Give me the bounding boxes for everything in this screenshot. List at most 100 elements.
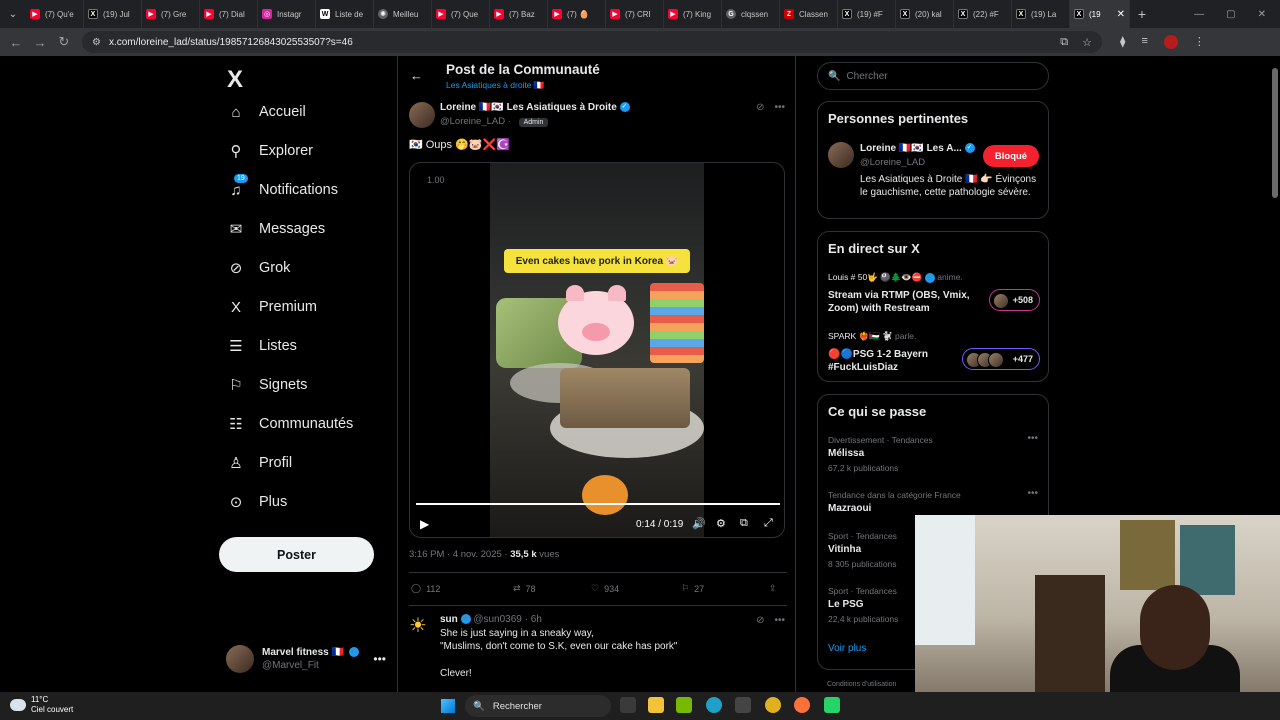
nav-item-plus[interactable]: ⊙ Plus — [227, 493, 288, 511]
nvidia-icon[interactable] — [676, 697, 692, 713]
live-listeners-pill[interactable]: +477 — [962, 348, 1040, 370]
reply-author[interactable]: sun — [440, 614, 458, 625]
live-title[interactable]: Stream via RTMP (OBS, Vmix, Zoom) with R… — [828, 289, 978, 315]
chrome-icon[interactable] — [765, 697, 781, 713]
video-player[interactable]: 1.00 Even cakes have pork in Korea 🐷 ▶ 0… — [409, 162, 785, 538]
nav-item-notifications[interactable]: ♫ 19 Notifications — [227, 174, 338, 199]
browser-tab[interactable]: ✺ Meilleu — [374, 0, 432, 28]
back-icon[interactable]: ← — [4, 35, 28, 50]
profile-avatar[interactable] — [1163, 35, 1178, 49]
site-info-icon[interactable]: ⚙ — [92, 37, 101, 48]
task-view-icon[interactable] — [620, 697, 636, 713]
more-icon[interactable]: ••• — [1027, 433, 1038, 444]
new-tab-button[interactable]: + — [1130, 6, 1154, 22]
grok-icon[interactable]: ⊘ — [756, 102, 764, 113]
nav-item-grok[interactable]: ⊘ Grok — [227, 259, 291, 277]
nav-item-premium[interactable]: X Premium — [227, 298, 317, 316]
store-icon[interactable] — [735, 697, 751, 713]
edge-icon[interactable] — [706, 697, 722, 713]
browser-tab[interactable]: X (19) La — [1012, 0, 1070, 28]
browser-tab[interactable]: Z Classen — [780, 0, 838, 28]
blocked-button[interactable]: Bloqué — [983, 145, 1039, 167]
more-icon[interactable]: ••• — [774, 615, 785, 626]
close-window-icon[interactable]: ✕ — [1258, 9, 1266, 20]
firefox-icon[interactable] — [794, 697, 810, 713]
browser-tab[interactable]: ▶ (7) Que — [432, 0, 490, 28]
trend-name[interactable]: Mazraoui — [828, 503, 871, 514]
forward-icon[interactable]: → — [28, 35, 52, 50]
reading-list-icon[interactable]: ≡ — [1141, 35, 1147, 49]
more-icon[interactable]: ••• — [1027, 488, 1038, 499]
nav-item-signets[interactable]: ⚐ Signets — [227, 376, 307, 394]
browser-tab[interactable]: X (19) Jul — [84, 0, 142, 28]
nav-item-explorer[interactable]: ⚲ Explorer — [227, 142, 314, 160]
nav-item-listes[interactable]: ☰ Listes — [227, 337, 297, 355]
author-handle[interactable]: @Loreine_LAD — [440, 116, 505, 127]
extensions-icon[interactable]: ⧫ — [1120, 35, 1125, 49]
live-host[interactable]: SPARK ❤️‍🔥🇵🇸 🐩 parle. — [828, 331, 916, 342]
nav-item-accueil[interactable]: ⌂ Accueil — [227, 103, 305, 121]
grok-icon[interactable]: ⊘ — [756, 615, 764, 626]
search-input[interactable]: 🔍 Chercher — [817, 62, 1049, 90]
trend-name[interactable]: Vitinha — [828, 544, 861, 555]
browser-tab[interactable]: X (20) kal — [896, 0, 954, 28]
pip-icon[interactable]: ⧉ — [740, 517, 748, 530]
reply-handle[interactable]: @sun0369 · 6h — [473, 614, 542, 625]
nav-item-communauts[interactable]: ☷ Communautés — [227, 415, 353, 433]
bookmark-star-icon[interactable]: ☆ — [1082, 36, 1092, 49]
person-name[interactable]: Loreine 🇫🇷🇰🇷 Les A... — [860, 143, 962, 154]
minimize-icon[interactable]: — — [1194, 9, 1204, 20]
browser-tab[interactable]: X (22) #F — [954, 0, 1012, 28]
post-button[interactable]: Poster — [219, 537, 374, 572]
taskbar-search[interactable]: 🔍 Rechercher — [465, 695, 611, 717]
browser-tab[interactable]: Gclqssen — [722, 0, 780, 28]
reload-icon[interactable]: ↻ — [52, 34, 76, 50]
browser-tab[interactable]: W Liste de — [316, 0, 374, 28]
tab-search-icon[interactable]: ⌄ — [0, 0, 26, 28]
browser-tab[interactable]: ▶ (7) King — [664, 0, 722, 28]
address-bar[interactable]: ⚙ x.com/loreine_lad/status/1985712684302… — [82, 31, 1102, 53]
fullscreen-icon[interactable]: ⤢ — [764, 517, 773, 530]
terms-link[interactable]: Conditions d'utilisation — [827, 681, 896, 688]
author-name[interactable]: Loreine 🇫🇷🇰🇷 Les Asiatiques à Droite — [440, 102, 617, 113]
more-icon[interactable]: ••• — [774, 102, 785, 113]
browser-tab[interactable]: ▶ (7) Dial — [200, 0, 258, 28]
windows-start-icon[interactable] — [441, 699, 455, 713]
nav-item-profil[interactable]: ♙ Profil — [227, 454, 292, 472]
account-switcher[interactable]: Marvel fitness 🇫🇷 ✓ @Marvel_Fit ••• — [226, 644, 386, 674]
browser-tab[interactable]: ▶ (7) CRI — [606, 0, 664, 28]
live-host[interactable]: Louis # 50🤟 🎱🌲👁️⛔ ✓ anime. — [828, 272, 963, 283]
volume-icon[interactable]: 🔊 — [692, 517, 706, 530]
live-title[interactable]: 🔴🔵PSG 1-2 Bayern #FuckLuisDiaz — [828, 348, 978, 374]
see-more-link[interactable]: Voir plus — [828, 643, 866, 654]
share-button[interactable]: ⇪ — [769, 583, 777, 594]
whatsapp-icon[interactable] — [824, 697, 840, 713]
trend-name[interactable]: Le PSG — [828, 599, 864, 610]
tweet-timestamp[interactable]: 3:16 PM · 4 nov. 2025 · — [409, 549, 508, 560]
install-app-icon[interactable]: ⧉ — [1060, 36, 1068, 49]
browser-tab[interactable]: X (19 ✕ — [1070, 0, 1130, 28]
video-frame[interactable] — [490, 163, 704, 537]
browser-tab[interactable]: ▶ (7) Gre — [142, 0, 200, 28]
browser-tab[interactable]: X (19) #F — [838, 0, 896, 28]
reply-button[interactable]: ◯ 112 — [411, 583, 440, 594]
live-listeners-pill[interactable]: +508 — [989, 289, 1040, 311]
settings-icon[interactable]: ⚙ — [716, 517, 726, 530]
sun-avatar-icon[interactable]: ☀ — [409, 613, 433, 637]
community-link[interactable]: Les Asiatiques à droite 🇫🇷 — [446, 80, 544, 91]
play-icon[interactable]: ▶ — [420, 517, 429, 531]
author-avatar[interactable] — [409, 102, 435, 128]
browser-menu-icon[interactable]: ⋮ — [1194, 35, 1205, 49]
video-progress-bar[interactable] — [416, 503, 780, 505]
close-tab-icon[interactable]: ✕ — [1117, 9, 1125, 20]
trend-name[interactable]: Mélissa — [828, 448, 864, 459]
browser-tab[interactable]: ▶ (7) Baz — [490, 0, 548, 28]
weather-widget[interactable]: 11°C Ciel couvert — [10, 695, 73, 715]
nav-item-messages[interactable]: ✉ Messages — [227, 220, 325, 238]
browser-tab[interactable]: ▶ (7) 🥚 — [548, 0, 606, 28]
x-logo[interactable]: X — [227, 66, 243, 94]
person-handle[interactable]: @Loreine_LAD — [860, 157, 925, 168]
browser-tab[interactable]: ◎ Instagr — [258, 0, 316, 28]
more-icon[interactable]: ••• — [373, 652, 386, 666]
avatar[interactable] — [828, 142, 854, 168]
